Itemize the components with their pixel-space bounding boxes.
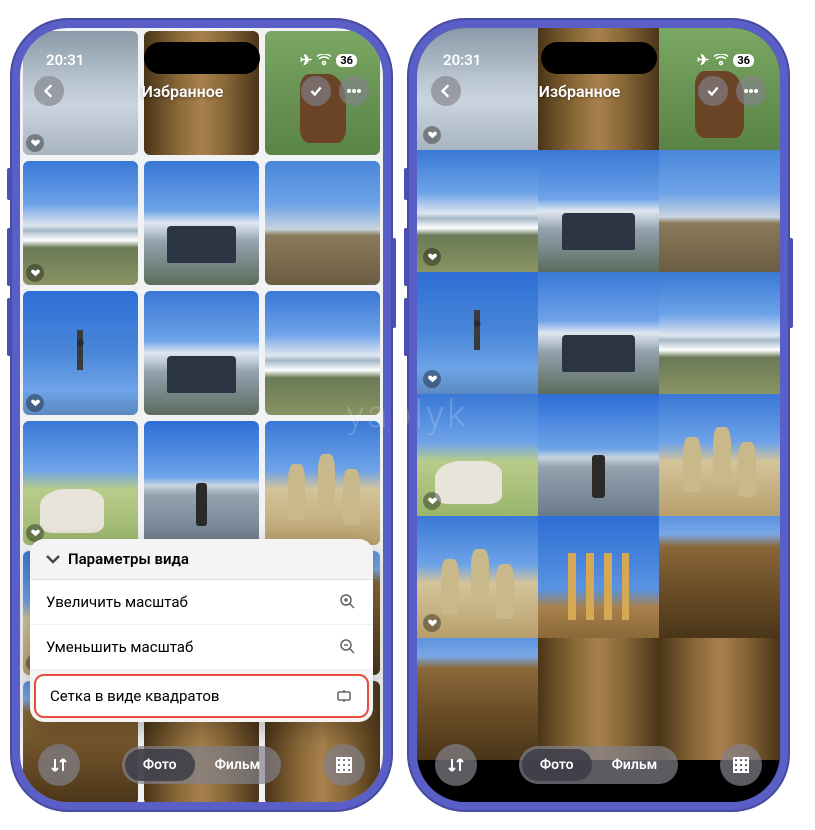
thumb[interactable]: [417, 150, 538, 272]
grid-button[interactable]: [720, 744, 762, 786]
thumb[interactable]: [659, 638, 780, 760]
dynamic-island: [541, 42, 657, 74]
zoom-out-icon: [339, 638, 357, 656]
status-right: ✈ 36: [300, 51, 357, 69]
thumb[interactable]: [538, 394, 659, 516]
zoom-in-icon: [339, 593, 357, 611]
page-title: Избранное: [539, 82, 621, 101]
favorite-icon: [423, 614, 441, 632]
battery-level: 36: [733, 54, 754, 67]
battery-level: 36: [336, 54, 357, 67]
chevron-down-icon: [44, 550, 62, 568]
dynamic-island: [144, 42, 260, 74]
thumb[interactable]: [141, 158, 262, 288]
thumb[interactable]: [141, 288, 262, 418]
favorite-icon: [26, 134, 44, 152]
favorite-icon: [423, 492, 441, 510]
thumb[interactable]: [262, 418, 383, 548]
thumb[interactable]: [659, 150, 780, 272]
volume-down-btn: [404, 228, 408, 286]
action-btn: [404, 298, 408, 356]
volume-up-btn: [7, 168, 11, 200]
volume-up-btn: [404, 168, 408, 200]
seg-photo[interactable]: Фото: [522, 749, 592, 781]
thumb[interactable]: [262, 158, 383, 288]
thumb[interactable]: [538, 638, 659, 760]
power-btn: [392, 238, 396, 328]
thumb[interactable]: [538, 150, 659, 272]
seg-photo[interactable]: Фото: [125, 749, 195, 781]
sort-button[interactable]: [435, 744, 477, 786]
thumb[interactable]: [417, 516, 538, 638]
thumb[interactable]: [262, 288, 383, 418]
airplane-icon: ✈: [697, 51, 710, 69]
menu-item-label: Увеличить масштаб: [46, 593, 188, 611]
view-options-menu: Параметры вида Увеличить масштаб Уменьши…: [30, 539, 373, 722]
wifi-icon: [713, 54, 729, 66]
thumb[interactable]: [20, 418, 141, 548]
menu-item-label: Уменьшить масштаб: [46, 638, 193, 656]
thumb[interactable]: [659, 272, 780, 394]
menu-zoom-out[interactable]: Уменьшить масштаб: [30, 625, 373, 670]
menu-header[interactable]: Параметры вида: [30, 539, 373, 580]
aspect-icon: [335, 687, 353, 705]
thumb[interactable]: [417, 272, 538, 394]
volume-down-btn: [7, 228, 11, 286]
status-time: 20:31: [46, 51, 84, 69]
seg-film[interactable]: Фильм: [197, 749, 279, 781]
favorite-icon: [26, 394, 44, 412]
thumb[interactable]: [417, 638, 538, 760]
bottom-bar: Фото Фильм: [20, 744, 383, 786]
power-btn: [789, 238, 793, 328]
thumb[interactable]: [20, 288, 141, 418]
seg-film[interactable]: Фильм: [594, 749, 676, 781]
thumb[interactable]: [417, 394, 538, 516]
status-right: ✈ 36: [697, 51, 754, 69]
page-title: Избранное: [142, 82, 224, 101]
favorite-icon: [423, 370, 441, 388]
grid-button[interactable]: [323, 744, 365, 786]
bottom-bar: Фото Фильм: [417, 744, 780, 786]
airplane-icon: ✈: [300, 51, 313, 69]
menu-item-label: Сетка в виде квадратов: [50, 687, 220, 705]
status-time: 20:31: [443, 51, 481, 69]
photo-grid-square[interactable]: [417, 28, 780, 760]
favorite-icon: [423, 126, 441, 144]
wifi-icon: [316, 54, 332, 66]
thumb[interactable]: [659, 516, 780, 638]
thumb[interactable]: [20, 158, 141, 288]
sort-button[interactable]: [38, 744, 80, 786]
menu-zoom-in[interactable]: Увеличить масштаб: [30, 580, 373, 625]
favorite-icon: [26, 264, 44, 282]
phone-right: 20:31 ✈ 36 Избранное: [407, 18, 790, 812]
menu-square-grid[interactable]: Сетка в виде квадратов: [34, 674, 369, 718]
view-segment: Фото Фильм: [519, 746, 678, 784]
screen-left: 20:31 ✈ 36 Избранное: [20, 28, 383, 802]
view-segment: Фото Фильм: [122, 746, 281, 784]
thumb[interactable]: [659, 394, 780, 516]
thumb[interactable]: [538, 272, 659, 394]
action-btn: [7, 298, 11, 356]
screen-right: 20:31 ✈ 36 Избранное: [417, 28, 780, 802]
menu-title: Параметры вида: [68, 550, 189, 568]
phone-left: 20:31 ✈ 36 Избранное: [10, 18, 393, 812]
favorite-icon: [423, 248, 441, 266]
thumb[interactable]: [538, 516, 659, 638]
thumb[interactable]: [141, 418, 262, 548]
